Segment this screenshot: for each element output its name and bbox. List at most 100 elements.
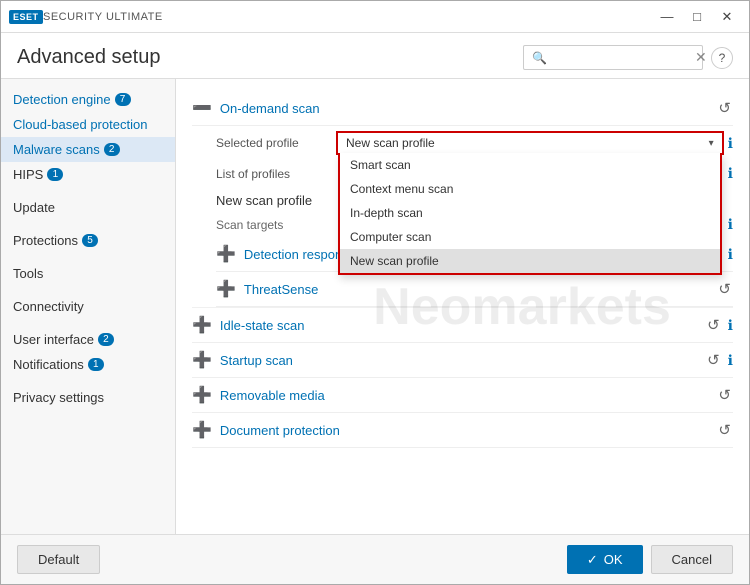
sidebar-item-privacy-settings[interactable]: Privacy settings <box>1 385 175 410</box>
threatsense-expand-icon[interactable]: ➕ <box>216 279 236 299</box>
sidebar-item-label: Privacy settings <box>13 390 104 405</box>
on-demand-scan-row[interactable]: ➖ On-demand scan ↺ <box>192 91 733 126</box>
dropdown-option-computer-scan[interactable]: Computer scan <box>340 225 720 249</box>
startup-scan-reset-icon[interactable]: ↺ <box>705 349 722 371</box>
sidebar-item-label: Notifications <box>13 357 84 372</box>
sidebar-item-label: HIPS <box>13 167 43 182</box>
sidebar-item-malware-scans[interactable]: Malware scans 2 <box>1 137 175 162</box>
startup-scan-row[interactable]: ➕ Startup scan ↺ ℹ <box>192 343 733 378</box>
startup-scan-expand-icon[interactable]: ➕ <box>192 350 212 370</box>
sidebar-item-detection-engine[interactable]: Detection engine 7 <box>1 87 175 112</box>
titlebar-title: SECURITY ULTIMATE <box>43 11 653 23</box>
hips-badge: 1 <box>47 168 63 181</box>
profile-dropdown: New scan profile ▾ Smart scan Context me… <box>336 131 733 155</box>
ok-label: OK <box>604 552 623 567</box>
threatsense-reset-icon[interactable]: ↺ <box>716 278 733 300</box>
protections-badge: 5 <box>82 234 98 247</box>
threatsense-actions: ↺ <box>716 278 733 300</box>
removable-media-actions: ↺ <box>716 384 733 406</box>
close-button[interactable]: ✕ <box>713 7 741 27</box>
idle-state-scan-title: Idle-state scan <box>220 318 705 333</box>
dropdown-option-in-depth-scan[interactable]: In-depth scan <box>340 201 720 225</box>
idle-state-scan-info-icon[interactable]: ℹ <box>728 317 733 334</box>
profile-dropdown-box[interactable]: New scan profile ▾ Smart scan Context me… <box>336 131 724 155</box>
sidebar: Detection engine 7 Cloud-based protectio… <box>1 79 176 534</box>
profile-dropdown-menu: Smart scan Context menu scan In-depth sc… <box>338 153 722 275</box>
scan-targets-label: Scan targets <box>216 218 283 232</box>
sidebar-item-label: Cloud-based protection <box>13 117 147 132</box>
page-title: Advanced setup <box>17 46 160 69</box>
dropdown-option-smart-scan[interactable]: Smart scan <box>340 153 720 177</box>
idle-state-scan-expand-icon[interactable]: ➕ <box>192 315 212 335</box>
sidebar-item-protections[interactable]: Protections 5 <box>1 228 175 253</box>
on-demand-scan-reset-icon[interactable]: ↺ <box>716 97 733 119</box>
document-protection-reset-icon[interactable]: ↺ <box>716 419 733 441</box>
sidebar-item-connectivity[interactable]: Connectivity <box>1 294 175 319</box>
detection-responses-expand-icon[interactable]: ➕ <box>216 244 236 264</box>
removable-media-expand-icon[interactable]: ➕ <box>192 385 212 405</box>
threatsense-row[interactable]: ➕ ThreatSense ↺ <box>216 272 733 307</box>
sidebar-item-user-interface[interactable]: User interface 2 <box>1 327 175 352</box>
content-panel: بادمارکت Neomarkets ➖ On-demand scan ↺ S… <box>176 79 749 534</box>
dropdown-arrow-icon: ▾ <box>709 138 714 149</box>
on-demand-scan-actions: ↺ <box>716 97 733 119</box>
sidebar-item-tools[interactable]: Tools <box>1 261 175 286</box>
list-of-profiles-info-icon[interactable]: ℹ <box>728 165 733 182</box>
dropdown-option-context-menu-scan[interactable]: Context menu scan <box>340 177 720 201</box>
sidebar-item-label: Update <box>13 200 55 215</box>
sidebar-item-cloud-based-protection[interactable]: Cloud-based protection <box>1 112 175 137</box>
main-content: Detection engine 7 Cloud-based protectio… <box>1 78 749 534</box>
sidebar-item-hips[interactable]: HIPS 1 <box>1 162 175 187</box>
document-protection-actions: ↺ <box>716 419 733 441</box>
cancel-button[interactable]: Cancel <box>651 545 733 574</box>
startup-scan-actions: ↺ ℹ <box>705 349 733 371</box>
header: Advanced setup 🔍 ✕ ? <box>1 33 749 78</box>
startup-scan-info-icon[interactable]: ℹ <box>728 352 733 369</box>
sidebar-item-label: Malware scans <box>13 142 100 157</box>
removable-media-title: Removable media <box>220 388 717 403</box>
idle-state-scan-reset-icon[interactable]: ↺ <box>705 314 722 336</box>
on-demand-scan-collapse-icon[interactable]: ➖ <box>192 98 212 118</box>
document-protection-row[interactable]: ➕ Document protection ↺ <box>192 413 733 448</box>
eset-logo-text: ESET <box>9 10 43 24</box>
ok-button[interactable]: ✓ OK <box>567 545 643 574</box>
sidebar-item-update[interactable]: Update <box>1 195 175 220</box>
document-protection-expand-icon[interactable]: ➕ <box>192 420 212 440</box>
search-input[interactable] <box>551 51 691 65</box>
notifications-badge: 1 <box>88 358 104 371</box>
sidebar-item-notifications[interactable]: Notifications 1 <box>1 352 175 377</box>
on-demand-scan-title: On-demand scan <box>220 101 717 116</box>
document-protection-title: Document protection <box>220 423 717 438</box>
selected-profile-label: Selected profile <box>216 136 336 150</box>
minimize-button[interactable]: — <box>653 7 681 27</box>
sidebar-item-label: Protections <box>13 233 78 248</box>
malware-scans-badge: 2 <box>104 143 120 156</box>
default-button[interactable]: Default <box>17 545 100 574</box>
profile-dropdown-value: New scan profile <box>346 136 435 150</box>
ok-icon: ✓ <box>587 552 598 568</box>
selected-profile-info-icon[interactable]: ℹ <box>728 135 733 152</box>
window-controls: — □ ✕ <box>653 7 741 27</box>
removable-media-reset-icon[interactable]: ↺ <box>716 384 733 406</box>
detection-engine-badge: 7 <box>115 93 131 106</box>
dropdown-option-new-scan-profile[interactable]: New scan profile <box>340 249 720 273</box>
sidebar-item-label: Connectivity <box>13 299 84 314</box>
detection-responses-info-icon[interactable]: ℹ <box>728 246 733 263</box>
search-box[interactable]: 🔍 ✕ <box>523 45 703 70</box>
startup-scan-title: Startup scan <box>220 353 705 368</box>
search-clear-icon[interactable]: ✕ <box>695 49 707 66</box>
on-demand-scan-subsection: Selected profile New scan profile ▾ Smar… <box>192 126 733 308</box>
help-button[interactable]: ? <box>711 47 733 69</box>
idle-state-scan-row[interactable]: ➕ Idle-state scan ↺ ℹ <box>192 308 733 343</box>
threatsense-title: ThreatSense <box>244 282 717 297</box>
footer-right: ✓ OK Cancel <box>567 545 733 574</box>
header-right: 🔍 ✕ ? <box>523 45 733 70</box>
scan-targets-info-icon[interactable]: ℹ <box>728 216 733 233</box>
footer: Default ✓ OK Cancel <box>1 534 749 584</box>
sidebar-item-label: User interface <box>13 332 94 347</box>
search-icon: 🔍 <box>532 51 547 65</box>
titlebar: ESET SECURITY ULTIMATE — □ ✕ <box>1 1 749 33</box>
removable-media-row[interactable]: ➕ Removable media ↺ <box>192 378 733 413</box>
main-window: ESET SECURITY ULTIMATE — □ ✕ Advanced se… <box>0 0 750 585</box>
maximize-button[interactable]: □ <box>683 7 711 27</box>
